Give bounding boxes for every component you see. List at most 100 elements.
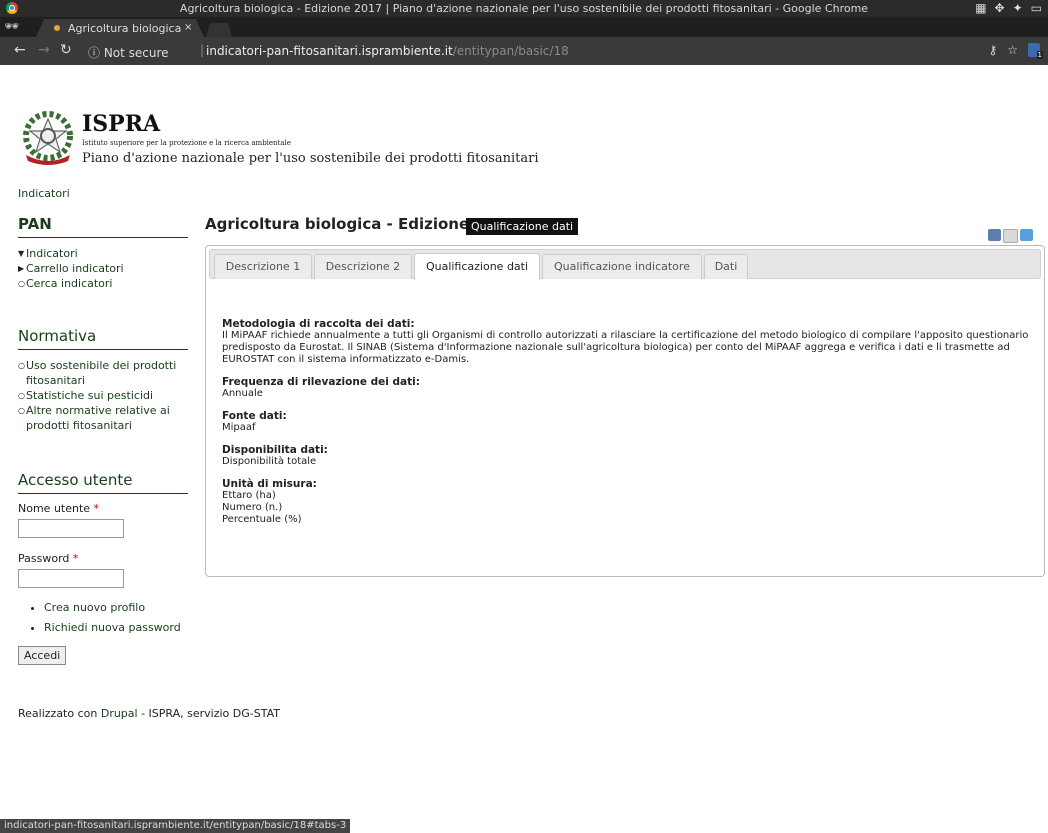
password-label-text: Password xyxy=(18,552,70,565)
pan-menu-item[interactable]: ▶ Carrello indicatori xyxy=(18,261,188,276)
back-icon[interactable]: ← xyxy=(14,42,26,58)
window-controls: ▦ ✥ ✦ ▭ xyxy=(975,1,1042,15)
request-password-link[interactable]: Richiedi nuova password xyxy=(44,621,181,634)
normativa-menu-item[interactable]: ○ Altre normative relative ai prodotti fi… xyxy=(18,403,188,433)
tab-descrizione-2[interactable]: Descrizione 2 xyxy=(314,254,412,279)
print-icon[interactable] xyxy=(988,229,1001,241)
field-disponibilita: Disponibilita dati: Disponibilità totale xyxy=(222,444,1032,468)
menu-link-uso-sostenibile[interactable]: Uso sostenibile dei prodotti fitosanitar… xyxy=(26,359,176,387)
menu-link-carrello[interactable]: Carrello indicatori xyxy=(26,262,124,275)
address-bar[interactable]: ⓘ Not secure | indicatori-pan-fitosanita… xyxy=(88,41,992,61)
web-page: ISPRA Istituto superiore per la protezio… xyxy=(0,65,1048,817)
required-mark: * xyxy=(93,502,100,515)
breadcrumb: Indicatori xyxy=(18,187,70,200)
pan-menu-item[interactable]: ○ Cerca indicatori xyxy=(18,276,188,291)
bookmark-star-icon[interactable]: ☆ xyxy=(1007,43,1018,57)
status-bar: indicatori-pan-fitosanitari.isprambiente… xyxy=(0,819,351,833)
field-frequenza: Frequenza di rilevazione dei dati: Annua… xyxy=(222,376,1032,400)
field-metodologia: Metodologia di raccolta dei dati: Il MiP… xyxy=(222,318,1032,366)
url-path: /entitypan/basic/18 xyxy=(452,44,569,58)
url-separator: | xyxy=(200,43,205,57)
login-button[interactable]: Accedi xyxy=(18,646,67,665)
tabs-panel: Descrizione 1 Descrizione 2 Qualificazio… xyxy=(205,245,1045,577)
bullet-icon: ○ xyxy=(18,391,25,400)
field-label: Disponibilita dati: xyxy=(222,444,328,456)
tabs-nav: Descrizione 1 Descrizione 2 Qualificazio… xyxy=(209,249,1041,280)
normativa-menu-item[interactable]: ○ Uso sostenibile dei prodotti fitosanita… xyxy=(18,358,188,388)
move-icon[interactable]: ✥ xyxy=(995,1,1005,15)
tab-close-icon[interactable]: × xyxy=(184,22,192,33)
pan-block-title: PAN xyxy=(18,215,188,238)
field-label: Unità di misura: xyxy=(222,478,317,490)
bullet-icon: ○ xyxy=(18,361,25,370)
pan-menu-item[interactable]: ▼ Indicatori xyxy=(18,246,188,261)
breadcrumb-link-indicatori[interactable]: Indicatori xyxy=(18,187,70,200)
login-block-title: Accesso utente xyxy=(18,471,188,494)
url-host: indicatori-pan-fitosanitari.isprambiente… xyxy=(206,44,453,58)
normativa-block-title: Normativa xyxy=(18,327,188,350)
field-value: Mipaaf xyxy=(222,422,256,433)
username-input[interactable] xyxy=(18,519,124,538)
tab-descrizione-1[interactable]: Descrizione 1 xyxy=(214,254,312,279)
brand-subtitle: Istituto superiore per la protezione e l… xyxy=(82,139,291,147)
field-unita: Unità di misura: Ettaro (ha) Numero (n.)… xyxy=(222,478,1032,526)
expanded-triangle-icon: ▼ xyxy=(18,249,25,258)
brand-name: ISPRA xyxy=(82,111,161,137)
tab-content: Metodologia di raccolta dei dati: Il MiP… xyxy=(222,318,1032,536)
tab-dati[interactable]: Dati xyxy=(704,254,748,279)
login-form: Nome utente * Password * Crea nuovo prof… xyxy=(18,502,188,665)
user-links: Crea nuovo profilo Richiedi nuova passwo… xyxy=(18,598,188,638)
password-input[interactable] xyxy=(18,569,124,588)
tab-qualificazione-dati[interactable]: Qualificazione dati xyxy=(414,253,540,280)
footer-prefix: Realizzato con xyxy=(18,707,101,720)
tab-strip: 🕶 Agricoltura biologica × xyxy=(0,17,1048,37)
normativa-menu-item[interactable]: ○ Statistiche sui pesticidi xyxy=(18,388,188,403)
incognito-icon: 🕶 xyxy=(4,19,20,33)
republic-emblem-icon xyxy=(23,111,73,165)
username-label: Nome utente * xyxy=(18,502,188,515)
toolbar-actions: ⚷ ☆ xyxy=(988,43,1043,59)
sidebar: PAN ▼ Indicatori ▶ Carrello indicatori ○ Ce… xyxy=(18,215,188,665)
menu-link-altre-normative[interactable]: Altre normative relative ai prodotti fit… xyxy=(26,404,170,432)
favicon-icon xyxy=(54,25,60,31)
user-link-item: Crea nuovo profilo xyxy=(44,598,188,618)
menu-link-cerca[interactable]: Cerca indicatori xyxy=(26,277,113,290)
document-icon[interactable] xyxy=(1003,229,1018,243)
password-label: Password * xyxy=(18,552,188,565)
browser-toolbar: ← → ↻ ⌂ ⓘ Not secure | indicatori-pan-fi… xyxy=(0,37,1048,65)
minimize-icon[interactable]: ▭ xyxy=(1031,1,1042,15)
page-tools xyxy=(988,229,1033,243)
window-titlebar: Agricoltura biologica - Edizione 2017 | … xyxy=(0,0,1048,17)
site-name: Piano d'azione nazionale per l'uso soste… xyxy=(82,151,539,166)
create-account-link[interactable]: Crea nuovo profilo xyxy=(44,601,145,614)
tab-qualificazione-indicatore[interactable]: Qualificazione indicatore xyxy=(542,254,702,279)
new-tab-button[interactable] xyxy=(206,23,232,37)
share-icon[interactable] xyxy=(1020,229,1033,241)
forward-icon[interactable]: → xyxy=(38,42,50,58)
username-label-text: Nome utente xyxy=(18,502,91,515)
footer-suffix: - ISPRA, servizio DG-STAT xyxy=(137,707,280,720)
reload-icon[interactable]: ↻ xyxy=(60,42,72,58)
browser-tab[interactable]: Agricoltura biologica × xyxy=(36,19,204,37)
url-text: indicatori-pan-fitosanitari.isprambiente… xyxy=(206,44,569,58)
extension-icon[interactable] xyxy=(1028,43,1043,59)
field-value: Ettaro (ha) Numero (n.) Percentuale (%) xyxy=(222,490,302,525)
footer-credit: Realizzato con Drupal - ISPRA, servizio … xyxy=(18,707,280,720)
normativa-menu: ○ Uso sostenibile dei prodotti fitosanita… xyxy=(18,358,188,433)
pin-icon[interactable]: ✦ xyxy=(1013,1,1023,15)
menu-link-indicatori[interactable]: Indicatori xyxy=(26,247,78,260)
grid-icon[interactable]: ▦ xyxy=(975,1,986,15)
security-indicator[interactable]: ⓘ Not secure xyxy=(88,44,169,61)
drupal-link[interactable]: Drupal xyxy=(101,707,138,720)
required-mark: * xyxy=(72,552,79,565)
field-fonte: Fonte dati: Mipaaf xyxy=(222,410,1032,434)
bullet-icon: ○ xyxy=(18,279,25,288)
key-icon[interactable]: ⚷ xyxy=(988,43,997,57)
menu-link-statistiche[interactable]: Statistiche sui pesticidi xyxy=(26,389,153,402)
field-value: Disponibilità totale xyxy=(222,456,317,467)
window-title: Agricoltura biologica - Edizione 2017 | … xyxy=(179,2,869,15)
collapsed-triangle-icon: ▶ xyxy=(18,264,25,273)
tab-title: Agricoltura biologica xyxy=(68,22,182,35)
bullet-icon: ○ xyxy=(18,406,25,415)
field-value: Il MiPAAF richiede annualmente a tutti g… xyxy=(222,330,1029,365)
